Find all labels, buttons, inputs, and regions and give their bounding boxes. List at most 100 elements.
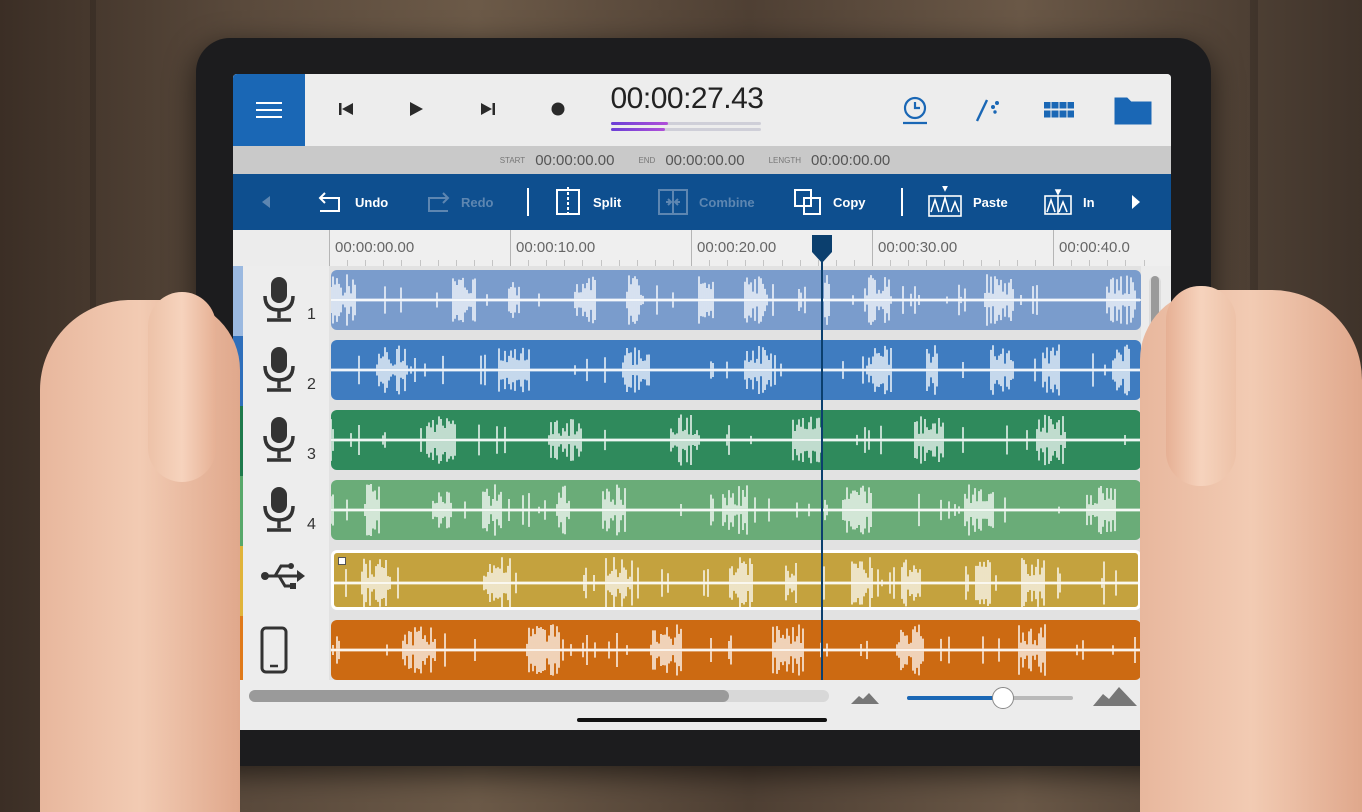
- skip-back-icon: [339, 103, 353, 115]
- play-button[interactable]: [399, 94, 433, 124]
- ruler-label: 00:00:20.00: [697, 239, 777, 256]
- audio-clip[interactable]: [331, 620, 1141, 680]
- timecode-display: 00:00:27.43: [610, 82, 764, 115]
- mixer-button[interactable]: [1039, 92, 1079, 128]
- track-lane[interactable]: [329, 406, 1141, 476]
- horizontal-scrollbar[interactable]: [249, 690, 829, 702]
- scroll-left-icon[interactable]: [261, 195, 271, 209]
- start-value: 00:00:00.00: [535, 151, 615, 169]
- track-header[interactable]: 4: [233, 476, 329, 546]
- ruler-major-tick: [510, 230, 511, 266]
- magic-wand-icon: [975, 99, 999, 122]
- microphone-icon: [259, 416, 299, 469]
- track-number: 3: [307, 446, 316, 463]
- insert-button[interactable]: In: [1043, 186, 1095, 218]
- track-header[interactable]: [233, 546, 329, 616]
- track-number: 1: [307, 306, 316, 323]
- combine-button[interactable]: Combine: [657, 186, 755, 218]
- playhead-handle[interactable]: [811, 234, 833, 264]
- skip-back-button[interactable]: [329, 94, 363, 124]
- hamburger-icon: [256, 102, 282, 118]
- split-button[interactable]: Split: [553, 186, 621, 218]
- audio-clip[interactable]: [331, 550, 1141, 610]
- skip-forward-button[interactable]: [471, 94, 505, 124]
- home-indicator: [577, 718, 827, 722]
- track-number: 4: [307, 516, 316, 533]
- skip-forward-icon: [481, 103, 495, 115]
- microphone-icon: [259, 276, 299, 329]
- undo-button[interactable]: Undo: [317, 186, 388, 218]
- track-lane[interactable]: [329, 336, 1141, 406]
- copy-button[interactable]: Copy: [793, 186, 866, 218]
- track-lane[interactable]: [329, 476, 1141, 546]
- ruler-label: 00:00:10.00: [516, 239, 596, 256]
- paste-button[interactable]: Paste: [927, 186, 1008, 218]
- phone-icon: [259, 626, 289, 679]
- split-label: Split: [593, 194, 622, 210]
- menu-button[interactable]: [233, 74, 305, 146]
- track-header[interactable]: 1: [233, 266, 329, 336]
- level-meter-right: [611, 128, 666, 131]
- undo-icon: [318, 192, 340, 212]
- track-header[interactable]: 2: [233, 336, 329, 406]
- microphone-icon: [259, 346, 299, 399]
- track-lane[interactable]: [329, 546, 1141, 616]
- transport-bar: 00:00:27.43: [233, 74, 1171, 146]
- track-lane[interactable]: [329, 616, 1141, 686]
- edit-toolbar: Undo Redo Split Combine Copy Paste In: [233, 174, 1171, 230]
- playhead-line: [821, 260, 823, 680]
- length-label: LENGTH: [768, 155, 802, 165]
- record-button[interactable]: [541, 94, 575, 124]
- clock-icon: [903, 96, 927, 125]
- ruler-major-tick: [872, 230, 873, 266]
- microphone-icon: [259, 486, 299, 539]
- bottom-bar: [233, 680, 1171, 730]
- zoom-out-waveform-icon[interactable]: [851, 690, 879, 704]
- ruler-label: 00:00:30.00: [878, 239, 958, 256]
- redo-icon: [428, 192, 450, 212]
- zoom-slider-fill: [907, 696, 1004, 700]
- zoom-in-waveform-icon[interactable]: [1093, 684, 1137, 706]
- toolbar-divider: [527, 188, 529, 216]
- end-value: 00:00:00.00: [665, 151, 745, 169]
- track-number: 2: [307, 376, 316, 393]
- track-lane[interactable]: [329, 266, 1141, 336]
- ruler-minor-tick: [1143, 260, 1145, 266]
- ruler-major-tick: [329, 230, 330, 266]
- right-thumb: [1166, 286, 1236, 486]
- undo-label: Undo: [355, 194, 389, 210]
- selection-info-bar: START 00:00:00.00 END 00:00:00.00 LENGTH…: [233, 146, 1171, 174]
- scroll-right-icon[interactable]: [1131, 194, 1141, 210]
- left-thumb: [148, 292, 216, 482]
- zoom-slider[interactable]: [907, 696, 1073, 700]
- selection-handle[interactable]: [338, 557, 346, 565]
- combine-label: Combine: [699, 194, 755, 210]
- combine-icon: [658, 189, 688, 215]
- audio-clip[interactable]: [331, 410, 1141, 470]
- folder-button[interactable]: [1113, 92, 1153, 128]
- copy-icon: [794, 189, 821, 215]
- grid-icon: [1044, 102, 1074, 118]
- track-color-stripe: [233, 266, 243, 336]
- timeline-ruler[interactable]: 00:00:00.00 00:00:10.00 00:00:20.00 00:0…: [329, 230, 1171, 266]
- horizontal-scrollbar-thumb[interactable]: [249, 690, 729, 702]
- effects-button[interactable]: [967, 92, 1007, 128]
- record-icon: [551, 102, 565, 116]
- audio-clip[interactable]: [331, 270, 1141, 330]
- usb-icon: [259, 556, 307, 601]
- insert-label: In: [1083, 194, 1095, 210]
- ruler-major-tick: [691, 230, 692, 266]
- start-label: START: [499, 155, 526, 165]
- track-header[interactable]: [233, 616, 329, 686]
- audio-clip[interactable]: [331, 480, 1141, 540]
- audio-clip[interactable]: [331, 340, 1141, 400]
- redo-button[interactable]: Redo: [423, 186, 494, 218]
- folder-icon: [1114, 97, 1152, 125]
- zoom-slider-knob[interactable]: [992, 687, 1015, 709]
- end-label: END: [638, 155, 656, 165]
- insert-icon: [1044, 189, 1072, 215]
- length-value: 00:00:00.00: [811, 151, 891, 169]
- schedule-button[interactable]: [895, 92, 935, 128]
- track-header[interactable]: 3: [233, 406, 329, 476]
- level-meter: [611, 122, 761, 132]
